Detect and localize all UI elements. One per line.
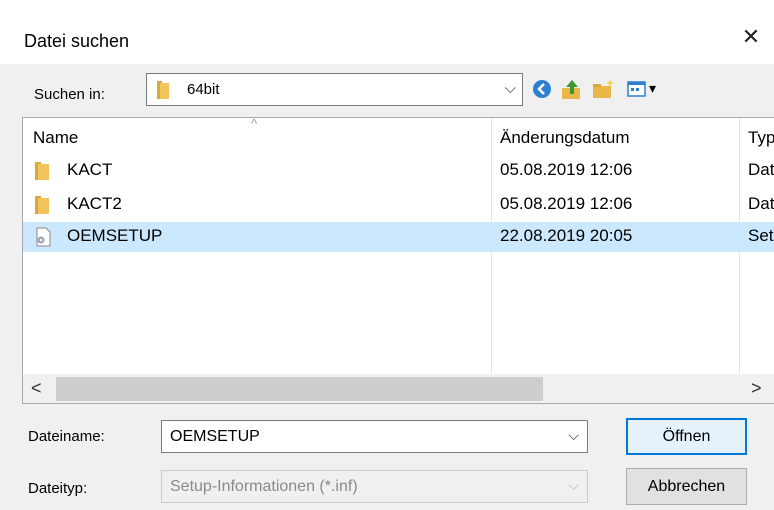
file-type: Setup-Informationen: [748, 226, 774, 245]
sort-ascending-icon: ^: [251, 117, 258, 131]
cancel-button[interactable]: Abbrechen: [626, 468, 747, 505]
filename-value: OEMSETUP: [170, 428, 260, 445]
up-folder-icon[interactable]: [560, 78, 584, 100]
close-icon[interactable]: ✕: [738, 24, 764, 50]
file-date: 05.08.2019 12:06: [500, 160, 633, 179]
list-item[interactable]: KACT 05.08.2019 12:06 Dateiordner: [23, 156, 774, 186]
filename-input[interactable]: OEMSETUP ⌵: [161, 420, 588, 453]
scrollbar-thumb[interactable]: [56, 377, 543, 401]
view-dropdown-icon[interactable]: ▾: [649, 80, 656, 97]
file-type: Dateiordner: [748, 194, 774, 213]
filetype-select: Setup-Informationen (*.inf) ⌵: [161, 470, 588, 503]
chevron-down-icon[interactable]: ⌵: [505, 80, 516, 97]
chevron-down-icon[interactable]: ⌵: [568, 427, 579, 444]
open-button[interactable]: Öffnen: [626, 418, 747, 455]
file-name: OEMSETUP: [67, 226, 163, 245]
filetype-value: Setup-Informationen (*.inf): [170, 478, 358, 495]
horizontal-scrollbar[interactable]: < >: [23, 374, 774, 403]
window-title: Datei suchen: [24, 31, 130, 51]
filetype-label: Dateityp:: [28, 480, 88, 497]
top-edge: [0, 0, 774, 12]
list-item[interactable]: KACT2 05.08.2019 12:06 Dateiordner: [23, 190, 774, 220]
view-menu-icon[interactable]: [626, 78, 648, 100]
look-in-label: Suchen in:: [34, 86, 105, 103]
look-in-value: 64bit: [187, 81, 220, 98]
filename-label: Dateiname:: [28, 428, 105, 445]
folder-icon: [35, 162, 49, 180]
column-header-date[interactable]: Änderungsdatum: [500, 118, 629, 154]
file-list[interactable]: Name ^ Änderungsdatum Typ KACT 05.08.201…: [22, 117, 774, 404]
scroll-left-icon[interactable]: <: [31, 378, 42, 399]
file-open-dialog: Datei suchen ✕ Suchen in: 64bit ⌵ ▾ Name…: [0, 0, 774, 510]
new-folder-icon[interactable]: [591, 78, 615, 100]
file-type: Dateiordner: [748, 160, 774, 179]
setup-file-icon: [36, 227, 51, 247]
file-date: 22.08.2019 20:05: [500, 226, 633, 245]
title-bar: Datei suchen ✕: [0, 12, 774, 64]
file-name: KACT2: [67, 194, 122, 213]
file-date: 05.08.2019 12:06: [500, 194, 633, 213]
column-header-type[interactable]: Typ: [748, 118, 774, 154]
folder-icon: [35, 196, 49, 214]
column-header-name[interactable]: Name: [33, 118, 78, 154]
look-in-combobox[interactable]: 64bit ⌵: [146, 73, 523, 106]
folder-icon: [157, 81, 169, 99]
chevron-down-icon: ⌵: [568, 477, 579, 493]
file-name: KACT: [67, 160, 113, 179]
list-item-selected[interactable]: OEMSETUP 22.08.2019 20:05 Setup-Informat…: [23, 222, 774, 252]
back-icon[interactable]: [531, 78, 553, 100]
scroll-right-icon[interactable]: >: [751, 378, 762, 399]
